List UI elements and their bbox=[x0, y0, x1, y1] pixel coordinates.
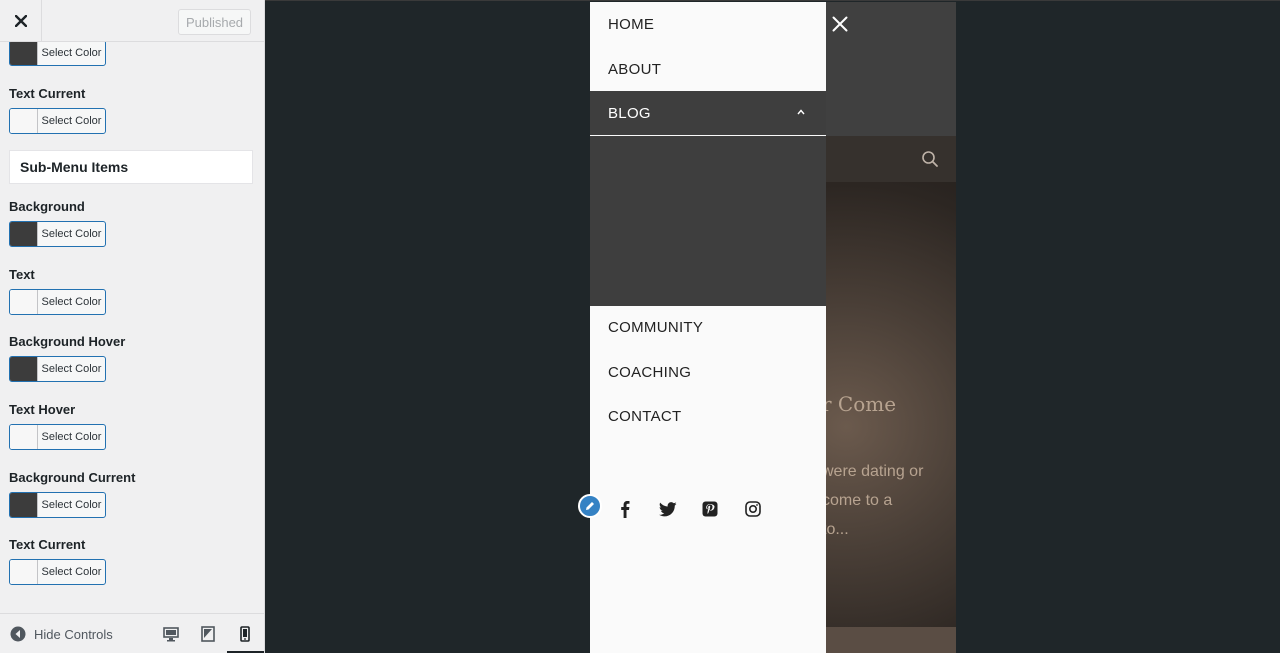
close-customizer-button[interactable] bbox=[0, 0, 42, 42]
facebook-link[interactable] bbox=[614, 498, 636, 520]
hero-text-line: were dating or bbox=[822, 463, 924, 480]
control-label-background-current: Background Current bbox=[9, 470, 136, 485]
menu-item-coaching[interactable]: COACHING bbox=[590, 350, 826, 394]
instagram-icon bbox=[745, 501, 761, 517]
color-picker-button-background[interactable]: Select Color bbox=[9, 221, 106, 247]
edit-shortcut-button[interactable] bbox=[578, 494, 602, 518]
device-mobile-button[interactable] bbox=[234, 623, 256, 645]
pinterest-link[interactable] bbox=[699, 498, 721, 520]
twitter-icon bbox=[659, 501, 677, 516]
select-color-label: Select Color bbox=[41, 499, 102, 511]
color-swatch bbox=[10, 222, 38, 246]
color-picker-button-background-hover[interactable]: Select Color bbox=[9, 356, 106, 382]
hero-text-line: to... bbox=[822, 521, 849, 538]
color-swatch bbox=[10, 290, 38, 314]
color-swatch bbox=[10, 425, 38, 449]
select-color-label: Select Color bbox=[41, 363, 102, 375]
menu-item-about[interactable]: ABOUT bbox=[590, 47, 826, 91]
tablet-icon bbox=[201, 626, 215, 642]
menu-item-blog[interactable]: BLOG bbox=[590, 91, 826, 135]
control-label-text-hover: Text Hover bbox=[9, 402, 76, 417]
mobile-icon bbox=[240, 626, 250, 642]
social-links bbox=[578, 494, 826, 524]
hero-title: r Come bbox=[822, 392, 897, 416]
chevron-up-icon[interactable] bbox=[796, 108, 806, 116]
customizer-footer: Hide Controls bbox=[0, 613, 264, 653]
hero-text-line: come to a bbox=[822, 492, 893, 509]
mobile-menu-panel: HOME ABOUT BLOG COMMUNITY COACHING CONTA… bbox=[578, 2, 826, 653]
color-swatch bbox=[10, 493, 38, 517]
close-icon bbox=[14, 15, 27, 27]
select-color-label: Select Color bbox=[41, 228, 102, 240]
menu-item-community[interactable]: COMMUNITY bbox=[590, 305, 826, 349]
select-color-label: Select Color bbox=[41, 115, 102, 127]
instagram-link[interactable] bbox=[742, 498, 764, 520]
color-picker-button-text-current[interactable]: Select Color bbox=[9, 108, 106, 134]
pencil-icon bbox=[586, 502, 594, 510]
hide-controls-label: Hide Controls bbox=[34, 626, 113, 642]
twitter-link[interactable] bbox=[657, 498, 679, 520]
controls-panel: Select Color Text Current Select Color S… bbox=[0, 42, 264, 613]
blog-submenu bbox=[590, 136, 826, 306]
desktop-icon bbox=[163, 627, 179, 642]
device-tablet-button[interactable] bbox=[197, 623, 219, 645]
customizer-sidebar: Published Select Color Text Current Sele… bbox=[0, 0, 265, 653]
color-picker-button-text[interactable]: Select Color bbox=[9, 289, 106, 315]
pinterest-icon bbox=[702, 501, 718, 517]
customizer-header: Published bbox=[0, 0, 264, 42]
hide-controls-button[interactable]: Hide Controls bbox=[10, 626, 113, 642]
control-label-text-current: Text Current bbox=[9, 86, 86, 101]
close-menu-button[interactable] bbox=[829, 13, 851, 35]
color-swatch bbox=[10, 560, 38, 584]
control-label-text-current-2: Text Current bbox=[9, 537, 86, 552]
menu-item-blog-label: BLOG bbox=[608, 104, 651, 122]
control-label-background: Background bbox=[9, 199, 85, 214]
select-color-label: Select Color bbox=[41, 431, 102, 443]
published-button[interactable]: Published bbox=[178, 9, 251, 35]
section-title-sub-menu-items: Sub-Menu Items bbox=[9, 150, 253, 184]
select-color-label: Select Color bbox=[41, 566, 102, 578]
select-color-label: Select Color bbox=[41, 296, 102, 308]
facebook-icon bbox=[621, 501, 630, 518]
control-label-background-hover: Background Hover bbox=[9, 334, 126, 349]
color-picker-button-background-current[interactable]: Select Color bbox=[9, 492, 106, 518]
color-swatch bbox=[10, 109, 38, 133]
control-label-text: Text bbox=[9, 267, 35, 282]
collapse-arrow-icon bbox=[10, 626, 26, 642]
menu-item-home[interactable]: HOME bbox=[590, 2, 826, 46]
color-picker-button-text-hover[interactable]: Select Color bbox=[9, 424, 106, 450]
device-desktop-button[interactable] bbox=[160, 623, 182, 645]
search-icon[interactable] bbox=[921, 150, 939, 168]
close-icon bbox=[832, 16, 848, 32]
color-swatch bbox=[10, 357, 38, 381]
color-picker-button-text-current-2[interactable]: Select Color bbox=[9, 559, 106, 585]
color-picker-button[interactable]: Select Color bbox=[9, 42, 106, 66]
menu-item-contact[interactable]: CONTACT bbox=[590, 394, 826, 438]
select-color-label: Select Color bbox=[41, 47, 102, 59]
color-swatch bbox=[10, 42, 38, 65]
